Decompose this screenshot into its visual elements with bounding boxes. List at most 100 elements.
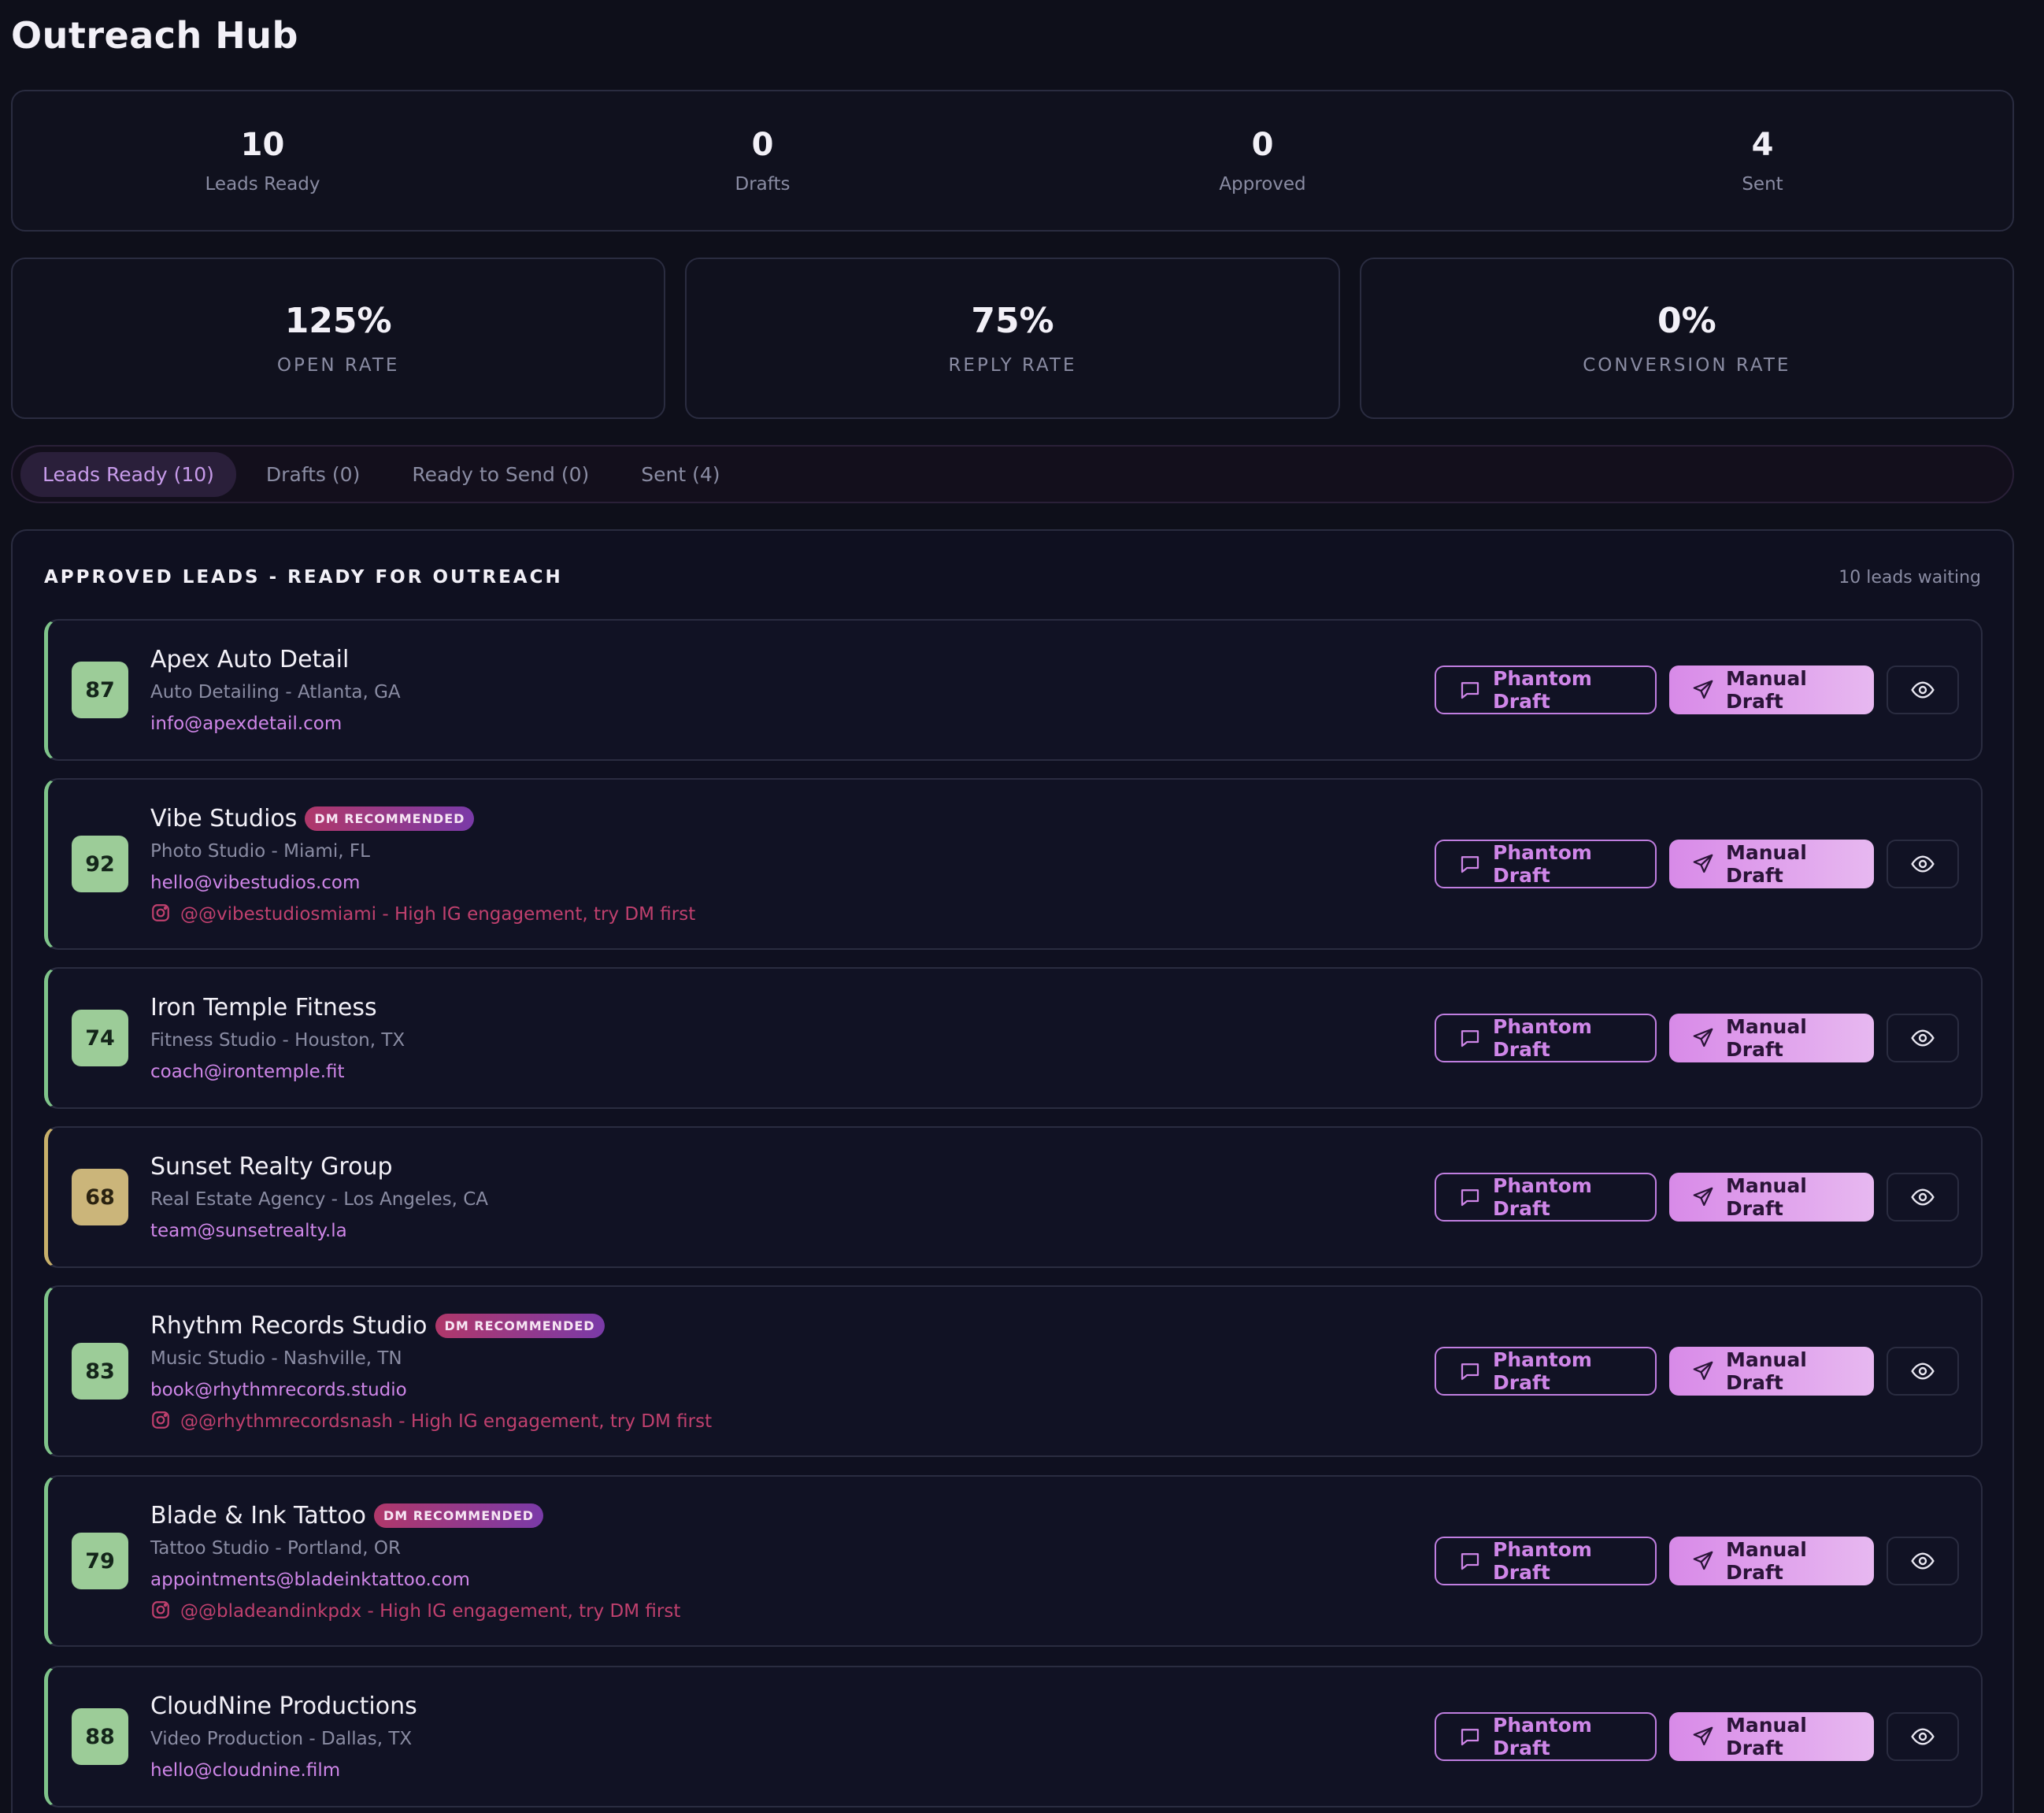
lead-info: Apex Auto Detail Auto Detailing - Atlanta… (150, 644, 401, 737)
manual-draft-button[interactable]: Manual Draft (1669, 1173, 1874, 1222)
phantom-draft-button[interactable]: Phantom Draft (1435, 1537, 1657, 1585)
lead-actions: Phantom Draft Manual Draft (1435, 1712, 1959, 1761)
eye-icon (1910, 1359, 1935, 1384)
manual-draft-button[interactable]: Manual Draft (1669, 840, 1874, 888)
lead-info: Rhythm Records Studio DM RECOMMENDED Music… (150, 1311, 712, 1435)
eye-icon (1910, 677, 1935, 703)
tab-drafts[interactable]: Drafts (0) (244, 452, 382, 497)
send-icon (1691, 1725, 1715, 1748)
send-icon (1691, 1549, 1715, 1573)
lead-score: 79 (72, 1533, 128, 1589)
dm-recommended-badge: DM RECOMMENDED (305, 806, 475, 831)
tab-ready-to-send[interactable]: Ready to Send (0) (390, 452, 611, 497)
preview-button[interactable] (1887, 1014, 1959, 1062)
eye-icon (1910, 1025, 1935, 1051)
lead-email[interactable]: coach@irontemple.fit (150, 1059, 405, 1085)
stat-value: 10 (240, 127, 285, 163)
lead-actions: Phantom Draft Manual Draft (1435, 1173, 1959, 1222)
stat-value: 4 (1751, 127, 1774, 163)
preview-button[interactable] (1887, 666, 1959, 714)
send-icon (1691, 678, 1715, 702)
eye-icon (1910, 851, 1935, 877)
phantom-draft-label: Phantom Draft (1493, 1348, 1592, 1394)
phantom-draft-button[interactable]: Phantom Draft (1435, 1712, 1657, 1761)
chat-bubble-icon (1458, 852, 1482, 876)
stat-value: 0 (751, 127, 774, 163)
phantom-draft-label: Phantom Draft (1493, 1015, 1592, 1061)
phantom-draft-label: Phantom Draft (1493, 841, 1592, 887)
reply-rate-card: 75% REPLY RATE (685, 258, 1340, 419)
lead-name-row: CloudNine Productions (150, 1691, 417, 1721)
lead-card: 79 Blade & Ink Tattoo DM RECOMMENDED Tattoo… (44, 1475, 1983, 1647)
rate-value: 125% (284, 301, 392, 341)
lead-card: 74 Iron Temple Fitness Fitness Studio - Ho… (44, 967, 1983, 1109)
phantom-draft-button[interactable]: Phantom Draft (1435, 666, 1657, 714)
send-icon (1691, 852, 1715, 876)
stat-label: Leads Ready (205, 174, 320, 195)
preview-button[interactable] (1887, 1537, 1959, 1585)
lead-info: Vibe Studios DM RECOMMENDED Photo Studio -… (150, 803, 695, 928)
phantom-draft-button[interactable]: Phantom Draft (1435, 1347, 1657, 1396)
stat-label: Approved (1219, 174, 1306, 195)
manual-draft-button[interactable]: Manual Draft (1669, 666, 1874, 714)
preview-button[interactable] (1887, 840, 1959, 888)
panel-title: APPROVED LEADS - READY FOR OUTREACH (44, 567, 563, 588)
lead-category-location: Real Estate Agency - Los Angeles, CA (150, 1189, 489, 1210)
tab-leads-ready[interactable]: Leads Ready (10) (20, 451, 236, 497)
lead-email[interactable]: book@rhythmrecords.studio (150, 1377, 712, 1403)
phantom-draft-label: Phantom Draft (1493, 667, 1592, 713)
stat-approved: 0 Approved (1013, 91, 1513, 230)
pipeline-stats: 10 Leads Ready 0 Drafts 0 Approved 4 Sen… (11, 90, 2014, 232)
lead-info: Sunset Realty Group Real Estate Agency - … (150, 1151, 488, 1244)
dm-recommended-badge: DM RECOMMENDED (435, 1313, 605, 1338)
phantom-draft-button[interactable]: Phantom Draft (1435, 1014, 1657, 1062)
lead-name: Rhythm Records Studio (150, 1311, 428, 1340)
manual-draft-button[interactable]: Manual Draft (1669, 1537, 1874, 1585)
manual-draft-button[interactable]: Manual Draft (1669, 1014, 1874, 1062)
lead-category-location: Photo Studio - Miami, FL (150, 841, 370, 862)
lead-score: 68 (72, 1169, 128, 1225)
instagram-note-text: @@vibestudiosmiami - High IG engagement,… (180, 904, 696, 925)
stat-value: 0 (1251, 127, 1274, 163)
lead-email[interactable]: appointments@bladeinktattoo.com (150, 1566, 680, 1593)
leads-waiting-count: 10 leads waiting (1838, 567, 1981, 588)
preview-button[interactable] (1887, 1712, 1959, 1761)
send-icon (1691, 1185, 1715, 1209)
lead-email[interactable]: team@sunsetrealty.la (150, 1218, 488, 1244)
lead-name: Sunset Realty Group (150, 1152, 393, 1181)
lead-actions: Phantom Draft Manual Draft (1435, 666, 1959, 714)
lead-email[interactable]: hello@cloudnine.film (150, 1757, 417, 1784)
preview-button[interactable] (1887, 1173, 1959, 1222)
eye-icon (1910, 1724, 1935, 1749)
instagram-note-text: @@bladeandinkpdx - High IG engagement, t… (180, 1601, 681, 1622)
phantom-draft-button[interactable]: Phantom Draft (1435, 840, 1657, 888)
chat-bubble-icon (1458, 1725, 1482, 1748)
stat-label: Sent (1742, 174, 1783, 195)
send-icon (1691, 1026, 1715, 1050)
lead-card: 92 Vibe Studios DM RECOMMENDED Photo Studio… (44, 778, 1983, 950)
rate-label: OPEN RATE (276, 355, 400, 376)
tab-bar: Leads Ready (10) Drafts (0) Ready to Sen… (11, 445, 2014, 503)
chat-bubble-icon (1458, 1026, 1482, 1050)
eye-icon (1910, 1185, 1935, 1210)
instagram-note-text: @@rhythmrecordsnash - High IG engagement… (180, 1411, 713, 1432)
manual-draft-label: Manual Draft (1726, 1174, 1807, 1220)
stat-label: Drafts (735, 174, 791, 195)
tab-sent[interactable]: Sent (4) (619, 452, 742, 497)
lead-name-row: Vibe Studios DM RECOMMENDED (150, 803, 695, 833)
manual-draft-button[interactable]: Manual Draft (1669, 1712, 1874, 1761)
lead-category-location: Video Production - Dallas, TX (150, 1729, 413, 1749)
phantom-draft-button[interactable]: Phantom Draft (1435, 1173, 1657, 1222)
lead-name: Vibe Studios (150, 804, 298, 832)
lead-name: CloudNine Productions (150, 1692, 417, 1720)
conversion-rate-card: 0% CONVERSION RATE (1359, 258, 2014, 419)
lead-score: 83 (72, 1343, 128, 1400)
lead-email[interactable]: hello@vibestudios.com (150, 869, 695, 896)
phantom-draft-label: Phantom Draft (1493, 1174, 1592, 1220)
preview-button[interactable] (1887, 1347, 1959, 1396)
manual-draft-button[interactable]: Manual Draft (1669, 1347, 1874, 1396)
lead-instagram-note: @@vibestudiosmiami - High IG engagement,… (150, 901, 695, 928)
lead-email[interactable]: info@apexdetail.com (150, 710, 401, 737)
lead-category-location: Tattoo Studio - Portland, OR (150, 1538, 401, 1559)
instagram-icon (150, 1600, 174, 1623)
